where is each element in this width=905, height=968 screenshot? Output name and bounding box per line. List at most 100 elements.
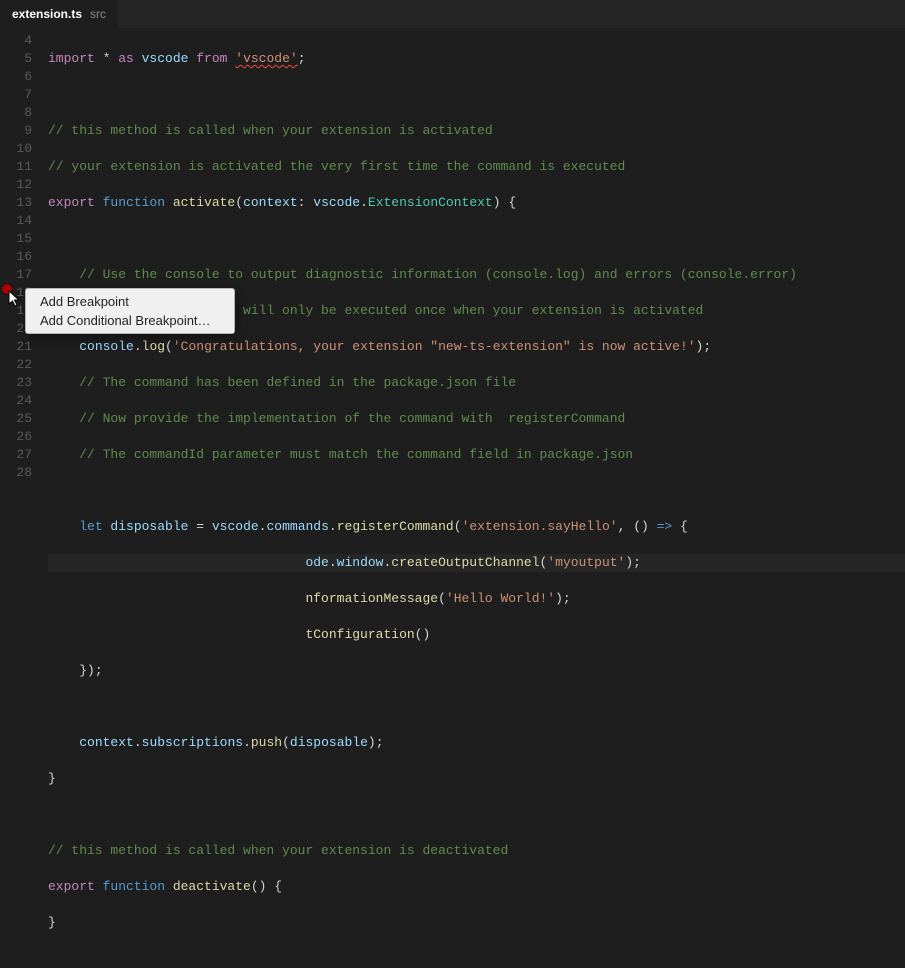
token: // this method is called when your exten… [48,123,493,138]
code-line[interactable]: tConfiguration() [48,626,905,644]
code-line[interactable]: export function activate(context: vscode… [48,194,905,212]
code-line[interactable]: ode.window.createOutputChannel('myoutput… [48,554,905,572]
token: let [79,519,102,534]
token: vscode [313,195,360,210]
token: vscode [134,51,196,66]
code-line[interactable]: } [48,770,905,788]
menu-item-add-breakpoint[interactable]: Add Breakpoint [26,292,234,311]
code-line[interactable]: context.subscriptions.push(disposable); [48,734,905,752]
token: disposable [103,519,197,534]
line-number[interactable]: 16 [0,248,42,266]
line-number[interactable]: 4 [0,32,42,50]
line-number[interactable]: 24 [0,392,42,410]
token: } [48,915,56,930]
line-number[interactable]: 8 [0,104,42,122]
token: context [243,195,298,210]
line-number[interactable]: 6 [0,68,42,86]
token: export [48,879,95,894]
token: => [657,519,673,534]
code-line[interactable]: // The command has been defined in the p… [48,374,905,392]
code-line[interactable] [48,698,905,716]
line-number[interactable]: 27 [0,446,42,464]
token: () { [251,879,282,894]
code-line[interactable] [48,86,905,104]
code-line[interactable]: // Now provide the implementation of the… [48,410,905,428]
line-number[interactable]: 14 [0,212,42,230]
token: // this method is called when your exten… [48,843,508,858]
token: . [243,735,251,750]
token: ); [696,339,712,354]
line-number[interactable]: 22 [0,356,42,374]
code-line[interactable] [48,806,905,824]
token: . [134,339,142,354]
token: push [251,735,282,750]
line-number[interactable]: 13 [0,194,42,212]
line-number[interactable]: 11 [0,158,42,176]
token: 'vscode' [235,51,297,66]
tab-filename: extension.ts [12,7,82,21]
token: ( [165,339,173,354]
token: tConfiguration [305,627,414,642]
token: log [142,339,165,354]
code-area[interactable]: import * as vscode from 'vscode'; // thi… [42,28,905,509]
token: console [79,339,134,354]
token: import [48,51,95,66]
token: // your extension is activated the very … [48,159,625,174]
code-line[interactable]: } [48,914,905,932]
token: }); [79,663,102,678]
code-line[interactable]: // this method is called when your exten… [48,842,905,860]
gutter-context-menu: Add Breakpoint Add Conditional Breakpoin… [25,288,235,334]
code-line[interactable]: nformationMessage('Hello World!'); [48,590,905,608]
token: } [48,771,56,786]
code-line[interactable] [48,482,905,500]
token: { [672,519,688,534]
token: . [259,519,267,534]
token: context [79,735,134,750]
token: = [196,519,204,534]
line-number[interactable]: 25 [0,410,42,428]
line-number[interactable]: 12 [0,176,42,194]
line-number[interactable]: 10 [0,140,42,158]
code-line[interactable]: // The commandId parameter must match th… [48,446,905,464]
token: nformationMessage [305,591,438,606]
code-line[interactable]: }); [48,662,905,680]
line-number[interactable]: 15 [0,230,42,248]
token: // The command has been defined in the p… [79,375,516,390]
token: ); [368,735,384,750]
code-line[interactable]: import * as vscode from 'vscode'; [48,50,905,68]
token: export [48,195,95,210]
token: subscriptions [142,735,243,750]
line-number[interactable]: 21 [0,338,42,356]
token: ExtensionContext [368,195,493,210]
line-number[interactable]: 26 [0,428,42,446]
token: activate [173,195,235,210]
line-number[interactable]: 7 [0,86,42,104]
line-number[interactable]: 5 [0,50,42,68]
token: * [95,51,118,66]
mouse-cursor-icon [8,290,22,308]
token: function [95,879,173,894]
line-number[interactable]: 28 [0,464,42,482]
editor-tab-active[interactable]: extension.ts src [0,0,118,28]
code-line[interactable]: // this method is called when your exten… [48,122,905,140]
code-line[interactable]: console.log('Congratulations, your exten… [48,338,905,356]
line-number[interactable]: 23 [0,374,42,392]
code-editor[interactable]: 4 5 6 7 8 9 10 11 12 13 14 15 16 17 18 1… [0,28,905,509]
code-line[interactable]: let disposable = vscode.commands.registe… [48,518,905,536]
line-number-gutter[interactable]: 4 5 6 7 8 9 10 11 12 13 14 15 16 17 18 1… [0,28,42,509]
code-line[interactable]: export function deactivate() { [48,878,905,896]
tab-folder-label: src [90,7,106,21]
token: commands [266,519,328,534]
token: ( [235,195,243,210]
token: ); [555,591,571,606]
code-line[interactable] [48,230,905,248]
code-line[interactable]: // your extension is activated the very … [48,158,905,176]
token: . [383,555,391,570]
token: ( [282,735,290,750]
token: : [298,195,314,210]
line-number[interactable]: 9 [0,122,42,140]
menu-item-add-conditional-breakpoint[interactable]: Add Conditional Breakpoint… [26,311,234,330]
token: from [196,51,227,66]
code-line[interactable]: // Use the console to output diagnostic … [48,266,905,284]
line-number[interactable]: 17 [0,266,42,284]
